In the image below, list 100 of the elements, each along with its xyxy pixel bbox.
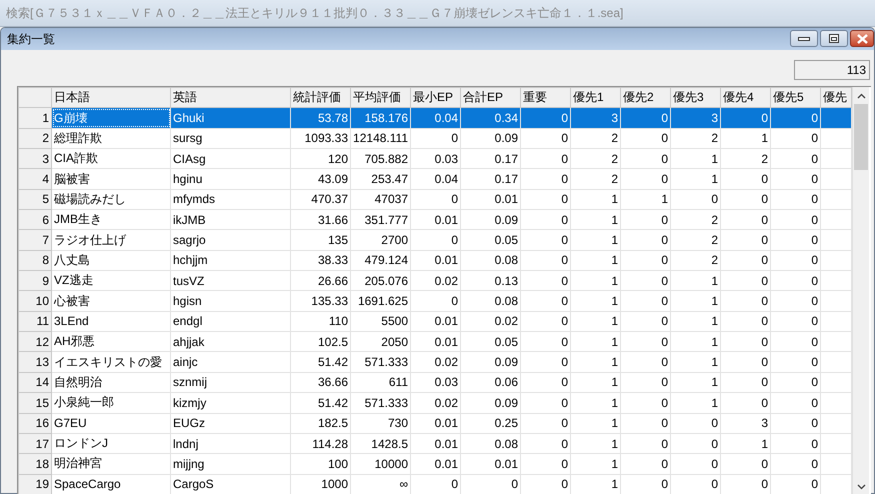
table-cell: 0 (620, 230, 670, 250)
table-cell: 0.08 (460, 433, 520, 454)
table-cell: 0.09 (460, 352, 520, 372)
table-cell: 0 (770, 270, 820, 291)
table-cell: 0 (770, 250, 820, 271)
table-cell: 0 (770, 230, 820, 250)
table-row[interactable]: 18 明治神宮 mijjng 100 10000 0.01 0.01 0 1 0 0 0 0 (18, 454, 852, 474)
table-cell: 0 (770, 148, 820, 169)
scrollbar-thumb[interactable] (854, 104, 868, 170)
table-cell: 571.333 (350, 352, 410, 372)
table-cell: 1 (670, 372, 720, 393)
table-cell: 3 (570, 108, 620, 128)
table-cell: ahjjak (170, 332, 290, 352)
table-row[interactable]: 2 総理詐欺 sursg 1093.33 12148.111 0 0.09 0 2 0 2 1 0 (18, 128, 852, 149)
table-cell: lndnj (170, 433, 290, 454)
table-cell: 1691.625 (350, 290, 410, 312)
table-cell: 2 (570, 128, 620, 149)
table-cell: 0 (770, 332, 820, 352)
column-header[interactable]: 統計評価 (290, 88, 350, 108)
table-cell: 0 (520, 210, 570, 230)
table-cell: sagrjo (170, 230, 290, 250)
table-cell: 0.01 (410, 311, 460, 332)
column-header[interactable]: 平均評価 (350, 88, 410, 108)
table-cell: 100 (290, 454, 350, 474)
column-header[interactable]: 優先 (820, 88, 852, 108)
table-row[interactable]: 16 G7EU EUGz 182.5 730 0.01 0.25 0 1 0 0 3 0 (18, 413, 852, 434)
table-row[interactable]: 4 脳被害 hginu 43.09 253.47 0.04 0.17 0 2 0 1 0 0 (18, 168, 852, 190)
table-cell: 0.01 (410, 413, 460, 434)
column-header[interactable]: 優先5 (770, 88, 820, 108)
minimize-button[interactable] (790, 30, 818, 47)
table-cell: 1 (570, 189, 620, 210)
table-cell: 1 (620, 189, 670, 210)
column-header[interactable]: 優先1 (570, 88, 620, 108)
close-button[interactable] (850, 30, 874, 47)
table-row[interactable]: 3 CIA詐欺 CIAsg 120 705.882 0.03 0.17 0 2 0 1 2 0 (18, 148, 852, 169)
table-row[interactable]: 15 小泉純一郎 kizmjy 51.42 571.333 0.02 0.09 0 1 0 1 0 0 (18, 392, 852, 413)
table-row[interactable]: 13 イエスキリストの愛 ainjc 51.42 571.333 0.02 0.09 0 1 0 1 0 0 (18, 352, 852, 372)
table-cell: 0 (520, 290, 570, 312)
row-number: 5 (18, 189, 52, 210)
table-row[interactable]: 5 磁場読みだし mfymds 470.37 47037 0 0.01 0 1 1 0 0 0 (18, 189, 852, 210)
table-cell: 2 (670, 230, 720, 250)
table-cell: 2700 (350, 230, 410, 250)
table-cell: ラジオ仕上げ (52, 230, 170, 250)
table-cell: 0 (720, 210, 770, 230)
table-cell: VZ逃走 (52, 270, 170, 291)
column-header[interactable]: 日本語 (52, 88, 170, 108)
table-cell: G崩壊 (52, 108, 170, 128)
column-header[interactable]: 重要 (520, 88, 570, 108)
table-cell: JMB生き (52, 210, 170, 230)
row-number: 8 (18, 250, 52, 271)
table-row[interactable]: 1 G崩壊 Ghuki 53.78 158.176 0.04 0.34 0 3 0 3 0 0 (18, 108, 852, 128)
table-row[interactable]: 9 VZ逃走 tusVZ 26.66 205.076 0.02 0.13 0 1 0 1 0 0 (18, 270, 852, 291)
table-cell: endgl (170, 311, 290, 332)
table-cell: 1 (570, 433, 620, 454)
table-cell: 1 (670, 290, 720, 312)
table-cell: 0 (520, 230, 570, 250)
column-header[interactable]: 優先2 (620, 88, 670, 108)
table-cell: 0 (520, 128, 570, 149)
table-row[interactable]: 11 3LEnd endgl 110 5500 0.01 0.02 0 1 0 1 0 0 (18, 311, 852, 332)
table-cell: 脳被害 (52, 168, 170, 190)
column-header[interactable]: 最小EP (410, 88, 460, 108)
table-cell: 0 (410, 290, 460, 312)
table-cell: 2 (720, 148, 770, 169)
table-cell: 1 (570, 270, 620, 291)
table-cell: 1 (570, 250, 620, 271)
table-cell: 2 (670, 210, 720, 230)
table-row[interactable]: 17 ロンドンJ lndnj 114.28 1428.5 0.01 0.08 0 1 0 0 1 0 (18, 433, 852, 454)
count-field[interactable]: 113 (794, 60, 870, 80)
column-header[interactable]: 合計EP (460, 88, 520, 108)
table-cell: 2 (570, 148, 620, 169)
table-cell: 小泉純一郎 (52, 392, 170, 413)
table-row[interactable]: 12 AH邪悪 ahjjak 102.5 2050 0.01 0.05 0 1 0 1 0 0 (18, 332, 852, 352)
table-row[interactable]: 14 自然明治 sznmij 36.66 611 0.03 0.06 0 1 0 1 0 0 (18, 372, 852, 393)
table-cell: 0 (770, 392, 820, 413)
column-header[interactable]: 優先3 (670, 88, 720, 108)
table-cell: 0 (720, 270, 770, 291)
scroll-up-icon[interactable] (856, 92, 866, 98)
table-cell: 43.09 (290, 168, 350, 190)
table-cell: 0 (520, 148, 570, 169)
table-row[interactable]: 7 ラジオ仕上げ sagrjo 135 2700 0 0.05 0 1 0 2 0 0 (18, 230, 852, 250)
table-row[interactable]: 10 心被害 hgisn 135.33 1691.625 0 0.08 0 1 0 1 0 0 (18, 290, 852, 312)
table-cell: 135 (290, 230, 350, 250)
table-cell: 0 (520, 250, 570, 271)
table-cell: 0 (520, 108, 570, 128)
table-cell: 0.03 (410, 148, 460, 169)
table-cell: 0 (520, 454, 570, 474)
table-cell: 0.05 (460, 332, 520, 352)
row-number: 17 (18, 433, 52, 454)
column-header[interactable]: 優先4 (720, 88, 770, 108)
scroll-down-icon[interactable] (856, 484, 866, 490)
table-cell: 12148.111 (350, 128, 410, 149)
table-cell: 0 (520, 372, 570, 393)
table-cell: 0 (410, 230, 460, 250)
table-cell: 0 (620, 413, 670, 434)
restore-button[interactable] (820, 30, 848, 47)
column-header[interactable]: 英語 (170, 88, 290, 108)
table-row[interactable]: 6 JMB生き ikJMB 31.66 351.777 0.01 0.09 0 1 0 2 0 0 (18, 210, 852, 230)
table-row[interactable]: 8 八丈島 hchjjm 38.33 479.124 0.01 0.08 0 1 0 2 0 0 (18, 250, 852, 271)
table-cell: Ghuki (170, 108, 290, 128)
table-row[interactable]: 19 SpaceCargo CargoS 1000 ∞ 0 0 0 1 0 0 0 0 (18, 474, 852, 494)
